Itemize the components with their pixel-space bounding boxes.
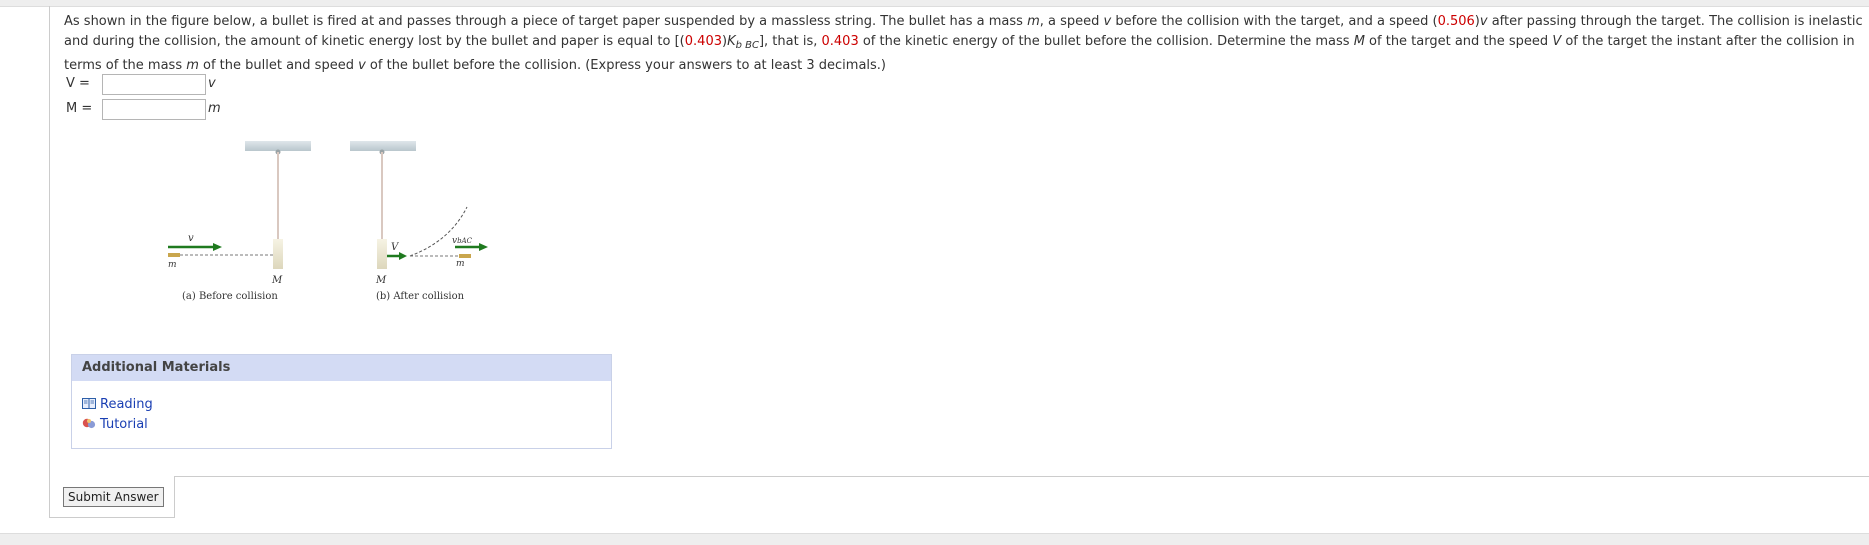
answer-unit-M: m xyxy=(208,101,221,116)
book-icon xyxy=(82,398,96,409)
speed-factor-value: 0.506 xyxy=(1437,14,1475,29)
target-paper-a xyxy=(273,239,283,269)
label-vbac-b: vbAC xyxy=(452,236,473,246)
panel-before-collision: v m M (a) Before collision xyxy=(168,141,311,302)
additional-materials-panel: Additional Materials Reading Tutorial xyxy=(71,354,612,449)
tutorial-link[interactable]: Tutorial xyxy=(82,417,148,432)
velocity-arrow-head-a xyxy=(213,243,222,251)
answer-input-V[interactable] xyxy=(102,74,206,95)
ke-factor-value-2: 0.403 xyxy=(821,34,859,49)
label-V-b: V xyxy=(391,242,400,253)
answer-unit-V: v xyxy=(208,76,216,91)
label-M-b: M xyxy=(375,275,387,286)
velocity-arrow-head-bullet-b xyxy=(479,243,488,251)
panel-after-collision: V vbAC m M (b) After collision xyxy=(350,141,488,302)
additional-materials-title: Additional Materials xyxy=(72,355,611,381)
submit-answer-button[interactable]: Submit Answer xyxy=(63,487,164,507)
bullet-a xyxy=(168,253,180,257)
answer-label-V: V = xyxy=(66,76,90,91)
label-m-a: m xyxy=(168,260,177,270)
submit-divider xyxy=(173,476,1869,477)
answer-label-M: M = xyxy=(66,101,93,116)
velocity-arrow-head-target-b xyxy=(399,252,407,260)
ceiling-b xyxy=(350,141,416,151)
tutorial-icon xyxy=(82,418,96,429)
bullet-b xyxy=(459,254,471,258)
submit-area: Submit Answer xyxy=(49,476,175,518)
target-paper-b xyxy=(377,239,387,269)
top-strip xyxy=(0,0,1869,7)
question-text: As shown in the figure below, a bullet i… xyxy=(64,14,1863,73)
collision-figure: v m M (a) Before collision V vbAC m M (b… xyxy=(168,141,488,302)
label-v-a: v xyxy=(188,233,194,244)
caption-b: (b) After collision xyxy=(376,291,465,302)
label-m-b: m xyxy=(456,259,465,269)
swing-path-b xyxy=(409,206,468,257)
left-divider xyxy=(49,6,50,516)
reading-link[interactable]: Reading xyxy=(82,397,153,412)
bottom-strip xyxy=(0,533,1869,545)
label-M-a: M xyxy=(271,275,283,286)
ke-factor-value: 0.403 xyxy=(684,34,722,49)
caption-a: (a) Before collision xyxy=(182,291,278,302)
answer-input-M[interactable] xyxy=(102,99,206,120)
